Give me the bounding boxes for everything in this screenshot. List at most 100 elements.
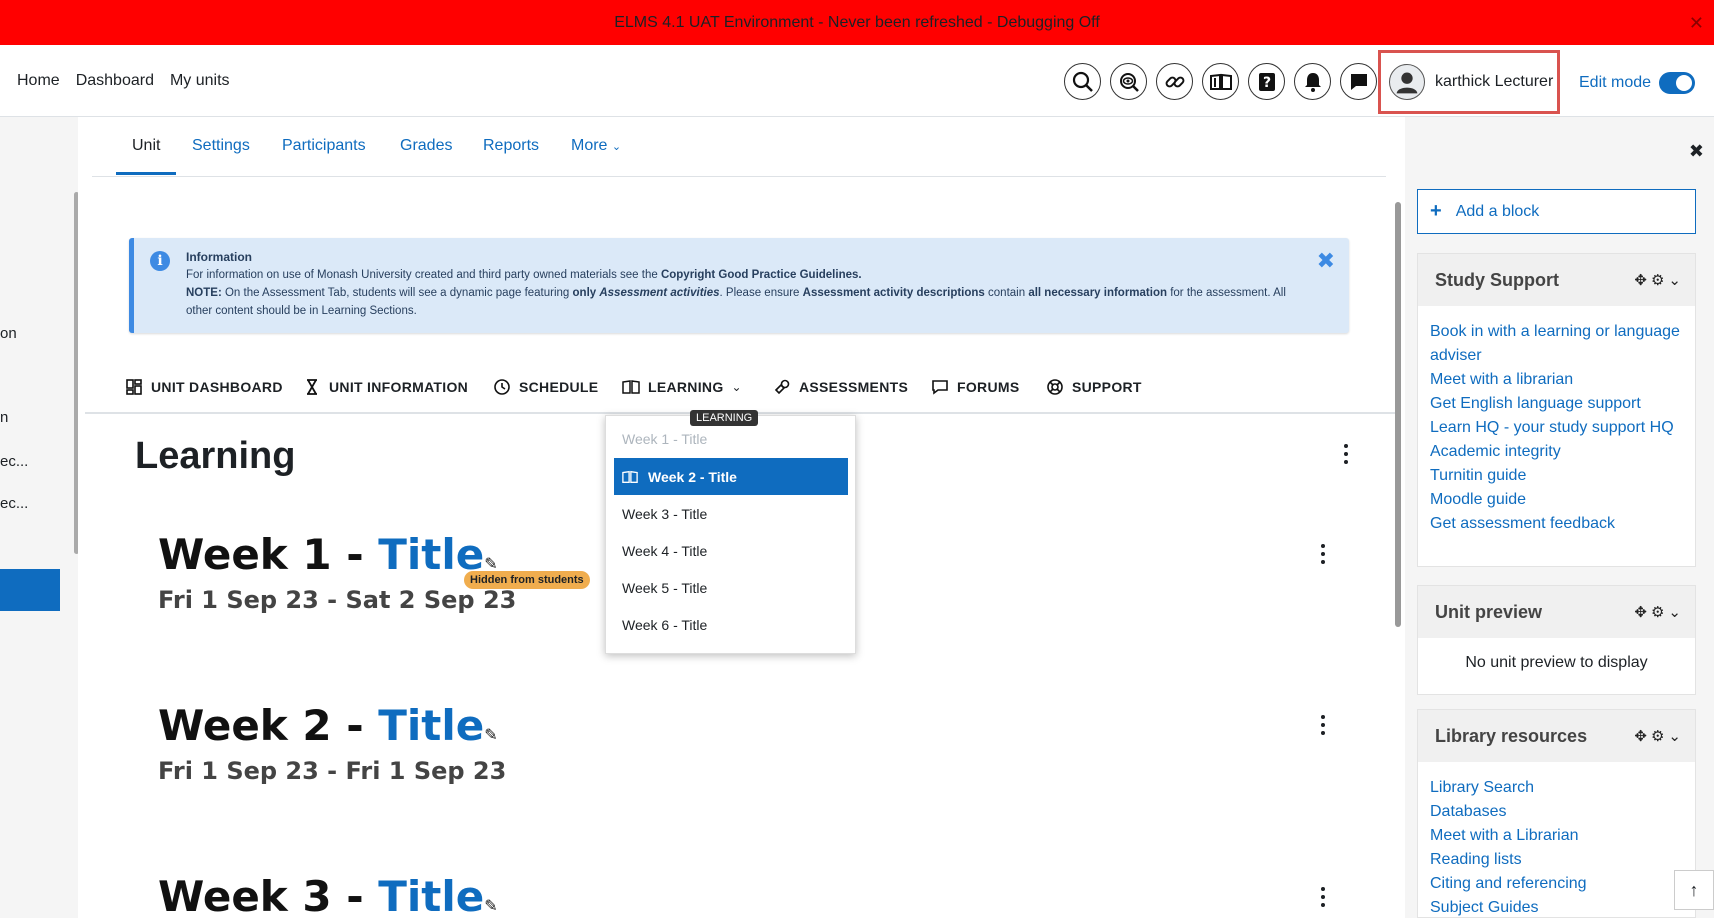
section-title-link[interactable]: Title [378, 701, 484, 750]
study-support-link[interactable]: Get English language support [1430, 392, 1683, 416]
tab-label: SCHEDULE [519, 379, 599, 395]
library-link[interactable]: Subject Guides [1430, 896, 1683, 918]
course-index-item[interactable]: ec... [0, 495, 28, 512]
tab-settings[interactable]: Settings [192, 137, 250, 155]
tab-unit-information[interactable]: UNIT INFORMATION [303, 378, 468, 396]
help-icon[interactable]: ? [1248, 63, 1285, 100]
course-index-item[interactable]: n [0, 409, 8, 426]
section-title: Week 1 - Title✎ [158, 530, 498, 579]
preview-icon[interactable] [1110, 63, 1147, 100]
add-block-button[interactable]: + Add a block [1417, 189, 1696, 234]
information-alert: i Information For information on use of … [129, 238, 1349, 333]
page-title: Learning [135, 435, 296, 477]
tab-forums[interactable]: FORUMS [931, 378, 1019, 396]
study-support-link[interactable]: Turnitin guide [1430, 464, 1683, 488]
add-block-label: Add a block [1455, 202, 1540, 220]
clock-icon [494, 379, 510, 395]
hourglass-icon [307, 379, 317, 395]
chevron-down-icon[interactable]: ⌄ [1668, 603, 1681, 621]
dropdown-item-week-4[interactable]: Week 4 - Title [614, 532, 848, 569]
user-menu[interactable]: karthick Lecturer [1378, 50, 1560, 114]
gear-icon[interactable]: ⚙ [1651, 727, 1664, 745]
tab-learning[interactable]: LEARNING ⌄ [622, 378, 742, 396]
edit-mode-toggle[interactable] [1659, 72, 1696, 94]
tab-support[interactable]: SUPPORT [1046, 378, 1142, 396]
chat-icon [932, 380, 948, 395]
messages-icon[interactable] [1340, 63, 1377, 100]
move-icon[interactable]: ✥ [1634, 603, 1647, 621]
alert-close-icon[interactable]: ✖ [1317, 250, 1335, 272]
plus-icon: + [1430, 200, 1442, 222]
tab-reports[interactable]: Reports [483, 137, 539, 155]
nav-dashboard-link[interactable]: Dashboard [76, 72, 154, 90]
link-icon[interactable] [1156, 63, 1193, 100]
library-icon[interactable] [1202, 63, 1239, 100]
dropdown-item-week-6[interactable]: Week 6 - Title [614, 606, 848, 643]
alert-text: . Please ensure [719, 287, 803, 299]
nav-home-link[interactable]: Home [17, 72, 60, 90]
section-title: Week 3 - Title✎ [158, 872, 498, 918]
block-title: Unit preview [1435, 601, 1543, 622]
library-link[interactable]: Databases [1430, 800, 1683, 824]
environment-banner: ELMS 4.1 UAT Environment - Never been re… [0, 0, 1714, 45]
unit-preview-block: Unit preview ✥ ⚙ ⌄ No unit preview to disp… [1417, 585, 1696, 695]
edit-pencil-icon[interactable]: ✎ [484, 896, 497, 915]
course-index-item[interactable]: ec... [0, 453, 28, 470]
library-link[interactable]: Library Search [1430, 776, 1683, 800]
tab-unit[interactable]: Unit [132, 137, 160, 155]
section-title-link[interactable]: Title [378, 872, 484, 918]
study-support-link[interactable]: Academic integrity [1430, 440, 1683, 464]
chevron-down-icon[interactable]: ⌄ [1668, 271, 1681, 289]
unit-preview-empty-text: No unit preview to display [1465, 654, 1648, 671]
banner-close-icon[interactable]: ✕ [1689, 13, 1704, 34]
course-index-scrollbar[interactable] [74, 192, 78, 554]
study-support-link[interactable]: Get assessment feedback [1430, 512, 1683, 536]
gear-icon[interactable]: ⚙ [1651, 271, 1664, 289]
move-icon[interactable]: ✥ [1634, 271, 1647, 289]
gear-icon[interactable]: ⚙ [1651, 603, 1664, 621]
alert-bold-text: only [572, 287, 597, 299]
course-index-drawer: on n ec... ec... [0, 117, 78, 918]
library-link[interactable]: Citing and referencing [1430, 872, 1683, 896]
tab-assessments[interactable]: ASSESSMENTS [773, 378, 908, 396]
nav-my-units-link[interactable]: My units [170, 72, 230, 90]
tab-grades[interactable]: Grades [400, 137, 452, 155]
dropdown-item-week-2[interactable]: Week 2 - Title [614, 458, 848, 495]
alert-line-note: NOTE: On the Assessment Tab, students wi… [186, 284, 1289, 320]
study-support-link[interactable]: Book in with a learning or language advi… [1430, 320, 1683, 368]
study-support-link[interactable]: Moodle guide [1430, 488, 1683, 512]
note-label: NOTE: [186, 287, 222, 299]
alert-line-copyright: For information on use of Monash Univers… [186, 266, 1289, 284]
dropdown-item-week-5[interactable]: Week 5 - Title [614, 569, 848, 606]
dropdown-item-week-3[interactable]: Week 3 - Title [614, 495, 848, 532]
tab-more-label: More [571, 137, 608, 154]
tab-more[interactable]: More ⌄ [571, 137, 621, 155]
library-link[interactable]: Reading lists [1430, 848, 1683, 872]
section-prefix: Week 1 - [158, 530, 379, 579]
library-link[interactable]: Meet with a Librarian [1430, 824, 1683, 848]
back-to-top-button[interactable]: ↑ [1674, 870, 1714, 910]
edit-pencil-icon[interactable]: ✎ [484, 725, 497, 744]
main-scrollbar[interactable] [1395, 202, 1401, 627]
notifications-icon[interactable] [1294, 63, 1331, 100]
block-title: Library resources [1435, 725, 1588, 746]
tab-schedule[interactable]: SCHEDULE [493, 378, 598, 396]
page-actions-menu-icon[interactable] [1343, 444, 1349, 464]
search-icon[interactable] [1064, 63, 1101, 100]
section-actions-menu-icon[interactable] [1320, 544, 1326, 564]
tab-unit-dashboard[interactable]: UNIT DASHBOARD [125, 378, 283, 396]
close-drawer-icon[interactable]: ✖ [1689, 141, 1704, 162]
study-support-link[interactable]: Learn HQ - your study support HQ [1430, 416, 1683, 440]
section-actions-menu-icon[interactable] [1320, 715, 1326, 735]
tab-label: FORUMS [957, 379, 1020, 395]
chevron-down-icon: ⌄ [611, 141, 622, 153]
edit-mode-switch[interactable]: Edit mode [1579, 72, 1696, 94]
chevron-down-icon[interactable]: ⌄ [1668, 727, 1681, 745]
course-index-item[interactable]: on [0, 325, 17, 342]
study-support-link[interactable]: Meet with a librarian [1430, 368, 1683, 392]
arrow-up-icon: ↑ [1689, 879, 1699, 900]
course-index-active-item[interactable] [0, 569, 60, 611]
move-icon[interactable]: ✥ [1634, 727, 1647, 745]
tab-participants[interactable]: Participants [282, 137, 366, 155]
section-actions-menu-icon[interactable] [1320, 887, 1326, 907]
